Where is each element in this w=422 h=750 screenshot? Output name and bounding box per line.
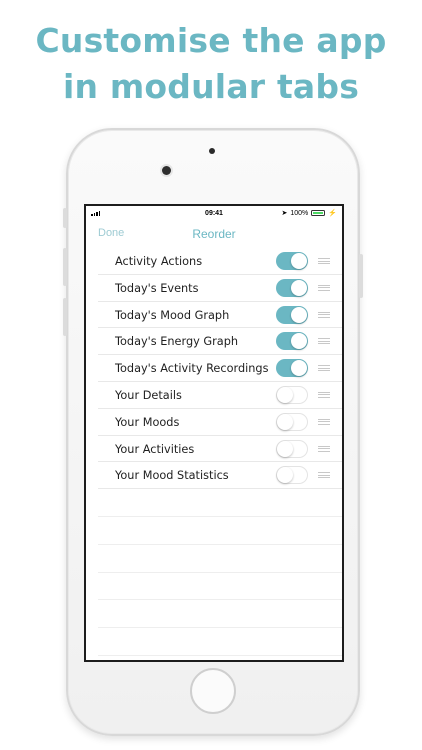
headline-line-1: Customise the app	[35, 21, 387, 60]
module-toggle[interactable]	[276, 252, 308, 270]
toggle-knob	[291, 253, 307, 269]
module-toggle[interactable]	[276, 332, 308, 351]
phone-screen: 09:41 ➤ 100% ⚡ Done Reorder Activity Act…	[84, 204, 344, 662]
phone-frame: 09:41 ➤ 100% ⚡ Done Reorder Activity Act…	[63, 128, 363, 736]
nav-title: Reorder	[192, 227, 236, 241]
reorder-handle-icon[interactable]	[318, 391, 330, 398]
empty-row	[98, 600, 342, 629]
list-item: Today's Energy Graph	[98, 328, 342, 356]
home-button[interactable]	[190, 668, 236, 714]
reorder-handle-icon[interactable]	[318, 445, 330, 452]
toggle-knob	[291, 360, 307, 377]
front-camera	[162, 166, 171, 175]
battery-icon	[311, 210, 326, 216]
list-item-label: Today's Mood Graph	[115, 308, 230, 322]
module-toggle[interactable]	[276, 466, 308, 485]
toggle-knob	[291, 279, 307, 296]
toggle-knob	[277, 413, 293, 430]
promo-headline: Customise the app in modular tabs	[0, 18, 422, 110]
reorder-handle-icon[interactable]	[318, 418, 330, 425]
status-bar: 09:41 ➤ 100% ⚡	[86, 206, 342, 222]
module-toggle[interactable]	[276, 385, 308, 404]
module-toggle[interactable]	[276, 412, 308, 431]
toggle-knob	[277, 386, 293, 403]
module-toggle[interactable]	[276, 278, 308, 297]
list-item-label: Activity Actions	[115, 255, 203, 268]
list-item-label: Today's Events	[115, 281, 199, 295]
list-item: Activity Actions	[98, 248, 342, 275]
modules-list: Activity Actions Today's Events Today's Mo…	[86, 248, 342, 656]
reorder-handle-icon[interactable]	[318, 311, 330, 318]
earpiece-dot	[209, 148, 215, 154]
empty-row	[98, 489, 342, 517]
toggle-knob	[291, 333, 307, 350]
nav-bar: Done Reorder	[86, 222, 342, 244]
module-toggle[interactable]	[276, 439, 308, 458]
reorder-handle-icon[interactable]	[318, 338, 330, 345]
empty-row	[98, 517, 342, 545]
list-item: Today's Activity Recordings	[98, 355, 342, 382]
list-item: Your Moods	[98, 409, 342, 436]
list-item-label: Your Moods	[115, 415, 180, 429]
power-button	[359, 254, 363, 298]
list-item: Your Mood Statistics	[98, 462, 342, 490]
list-item-label: Your Mood Statistics	[115, 469, 229, 483]
reorder-handle-icon[interactable]	[318, 284, 330, 291]
empty-row	[98, 573, 342, 601]
list-item-label: Today's Energy Graph	[115, 335, 239, 349]
list-item: Today's Events	[98, 275, 342, 302]
battery-percent: 100%	[290, 209, 309, 217]
reorder-handle-icon[interactable]	[318, 472, 330, 479]
status-right-group: ➤ 100% ⚡	[281, 209, 338, 218]
reorder-handle-icon[interactable]	[318, 258, 330, 264]
list-item-label: Your Details	[115, 388, 182, 402]
volume-down-button	[63, 298, 67, 336]
list-item-label: Your Activities	[115, 442, 195, 456]
module-toggle[interactable]	[276, 359, 308, 378]
mute-switch	[63, 208, 67, 228]
module-toggle[interactable]	[276, 305, 308, 324]
reorder-handle-icon[interactable]	[318, 365, 330, 372]
empty-row	[98, 545, 342, 573]
location-icon: ➤	[281, 210, 288, 217]
toggle-knob	[277, 440, 293, 457]
toggle-knob	[291, 306, 307, 323]
list-item: Your Activities	[98, 436, 342, 463]
list-item-label: Today's Activity Recordings	[115, 362, 269, 376]
headline-line-2: in modular tabs	[62, 67, 360, 106]
volume-up-button	[63, 248, 67, 286]
empty-row	[98, 628, 342, 656]
list-item: Today's Mood Graph	[98, 302, 342, 329]
charging-icon: ⚡	[328, 210, 337, 217]
list-item: Your Details	[98, 382, 342, 409]
toggle-knob	[277, 467, 293, 484]
